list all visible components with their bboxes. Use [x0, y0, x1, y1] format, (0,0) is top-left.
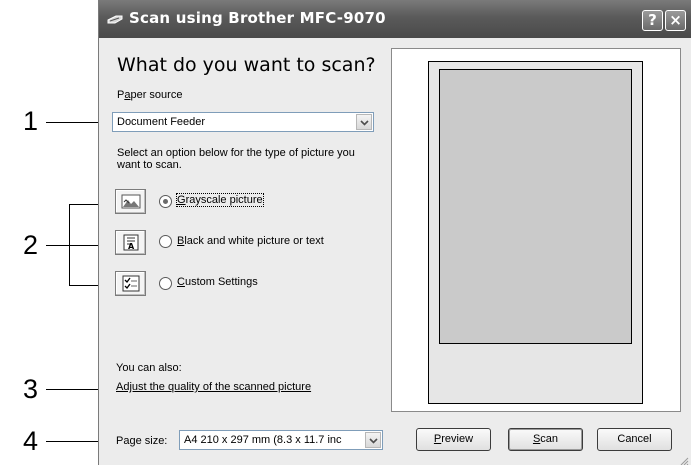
paper-source-dropdown[interactable]: Document Feeder — [112, 112, 374, 132]
radio-selected-dot — [163, 199, 168, 204]
window-title: Scan using Brother MFC-9070 — [129, 9, 386, 27]
page-size-value: A4 210 x 297 mm (8.3 x 11.7 inc — [184, 434, 342, 446]
title-bar[interactable]: Scan using Brother MFC-9070 ? × — [99, 0, 691, 38]
adjust-quality-link[interactable]: Adjust the quality of the scanned pictur… — [116, 381, 311, 393]
scan-button[interactable]: Scan — [508, 428, 583, 451]
custom-settings-icon[interactable] — [115, 271, 146, 296]
paper-source-value: Document Feeder — [117, 116, 206, 128]
chevron-down-icon[interactable] — [365, 432, 381, 448]
callout-3: 3 — [23, 374, 39, 404]
grayscale-option-label[interactable]: Grayscale picture — [176, 193, 264, 207]
black-white-radio[interactable] — [159, 235, 172, 248]
preview-page — [428, 61, 643, 404]
preview-scan-region[interactable] — [439, 69, 632, 344]
text-picture-icon[interactable]: A — [115, 230, 146, 255]
close-button[interactable]: × — [665, 10, 686, 31]
resize-grip-icon[interactable] — [679, 453, 689, 465]
page-size-label: Page size: — [116, 435, 168, 447]
cancel-button[interactable]: Cancel — [597, 428, 672, 451]
help-button[interactable]: ? — [642, 10, 663, 31]
scanner-icon — [107, 12, 123, 24]
callout-2-line — [46, 245, 70, 246]
callout-4: 4 — [23, 426, 39, 456]
paper-source-label: Paper source — [117, 89, 183, 101]
custom-settings-radio[interactable] — [159, 277, 172, 290]
callout-1: 1 — [23, 106, 39, 136]
scan-type-instructions: Select an option below for the type of p… — [117, 147, 355, 171]
dialog-heading: What do you want to scan? — [117, 54, 376, 76]
grayscale-radio[interactable] — [159, 195, 172, 208]
you-can-also-label: You can also: — [116, 362, 182, 374]
scan-dialog: Scan using Brother MFC-9070 ? × What do … — [98, 0, 691, 465]
callout-2: 2 — [23, 230, 39, 260]
preview-button[interactable]: Preview — [416, 428, 491, 451]
black-white-option-label[interactable]: Black and white picture or text — [177, 235, 324, 247]
svg-text:A: A — [128, 242, 135, 251]
grayscale-picture-icon[interactable] — [115, 189, 146, 214]
chevron-down-icon[interactable] — [356, 114, 372, 130]
page-size-dropdown[interactable]: A4 210 x 297 mm (8.3 x 11.7 inc — [179, 430, 383, 450]
preview-area — [391, 48, 681, 412]
custom-settings-option-label[interactable]: Custom Settings — [177, 276, 258, 288]
